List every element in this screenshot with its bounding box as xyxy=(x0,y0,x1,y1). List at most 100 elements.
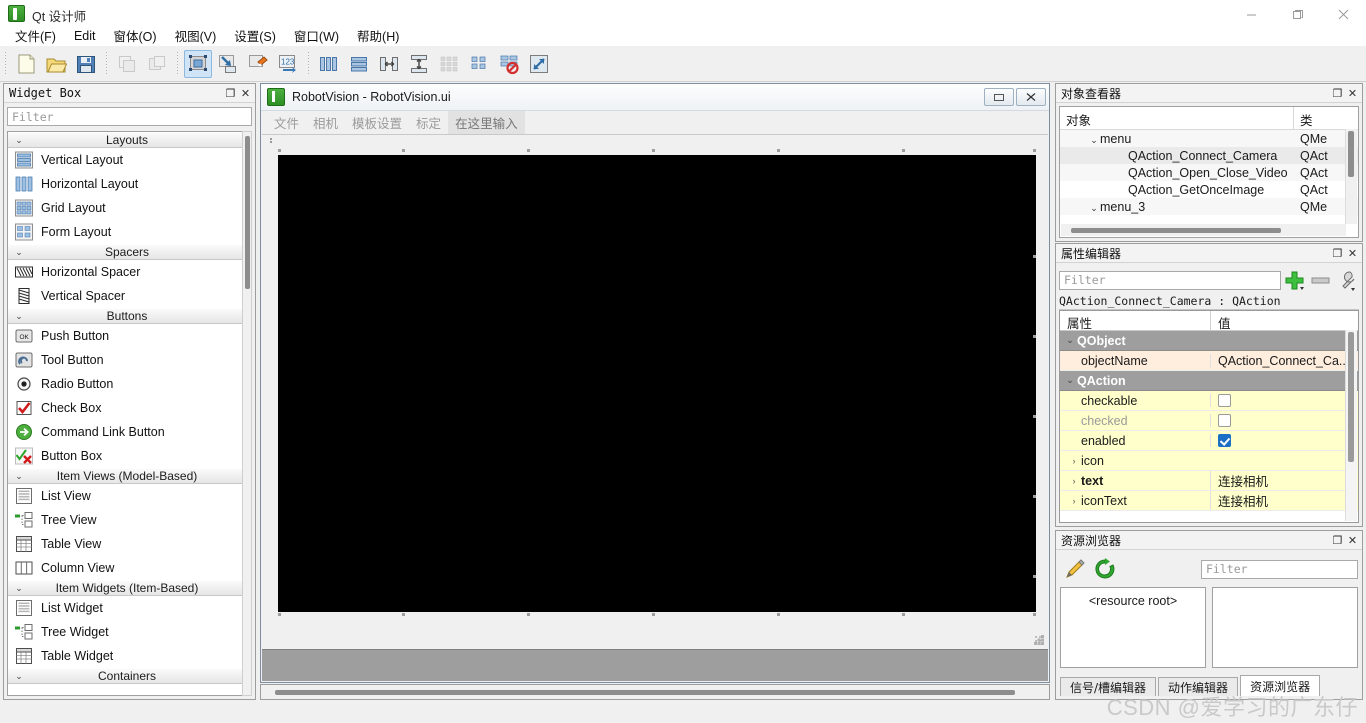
form-close-button[interactable] xyxy=(1016,88,1046,106)
widget-item[interactable]: Table Widget xyxy=(8,644,246,668)
layout-splitter-vertical-icon[interactable] xyxy=(405,50,433,78)
property-row[interactable]: › text 连接相机 xyxy=(1060,471,1358,491)
menu-settings[interactable]: 设置(S) xyxy=(225,24,285,47)
bottom-dock-tabs[interactable]: 信号/槽编辑器 动作编辑器 资源浏览器 xyxy=(1060,675,1322,696)
form-menu-item[interactable]: 在这里输入 xyxy=(448,110,525,134)
float-icon[interactable]: ❐ xyxy=(1330,246,1345,261)
property-group-row[interactable]: ⌄ QAction xyxy=(1060,371,1358,391)
property-checkbox[interactable] xyxy=(1218,434,1231,447)
menu-edit[interactable]: Edit xyxy=(65,27,105,45)
property-filter-input[interactable]: Filter xyxy=(1059,270,1281,290)
property-row[interactable]: checked xyxy=(1060,411,1358,431)
layout-horizontally-icon[interactable] xyxy=(315,50,343,78)
undo-icon[interactable] xyxy=(113,50,141,78)
menu-file[interactable]: 文件(F) xyxy=(6,24,65,47)
object-tree-row[interactable]: ⌄ menu_3 QMe xyxy=(1060,198,1358,215)
adjust-size-icon[interactable] xyxy=(525,50,553,78)
layout-vertically-icon[interactable] xyxy=(345,50,373,78)
property-row[interactable]: › iconText 连接相机 xyxy=(1060,491,1358,511)
property-row[interactable]: › icon xyxy=(1060,451,1358,471)
widget-category-layouts[interactable]: ⌄ Layouts xyxy=(8,132,246,148)
redo-icon[interactable] xyxy=(143,50,171,78)
chevron-down-icon[interactable]: ⌄ xyxy=(1063,375,1077,386)
mdi-horizontal-scrollbar[interactable] xyxy=(260,684,1050,700)
widget-item[interactable]: List View xyxy=(8,484,246,508)
object-inspector-rows[interactable]: ⌄ menu QMe QAction_Connect_Camera QAct QActio… xyxy=(1060,130,1358,215)
edit-tab-order-icon[interactable]: 123 xyxy=(274,50,302,78)
object-inspector-hscrollbar[interactable] xyxy=(1061,224,1346,236)
object-inspector-vscrollbar[interactable] xyxy=(1345,129,1357,224)
property-group-row[interactable]: ⌄ QObject xyxy=(1060,331,1358,351)
widget-item[interactable]: Radio Button xyxy=(8,372,246,396)
edit-buddies-icon[interactable] xyxy=(244,50,272,78)
resource-tree-pane[interactable]: <resource root> xyxy=(1060,587,1206,668)
chevron-right-icon[interactable]: › xyxy=(1067,496,1081,506)
widget-item[interactable]: Table View xyxy=(8,532,246,556)
widget-item[interactable]: Column View xyxy=(8,556,246,580)
close-icon[interactable]: ✕ xyxy=(1345,86,1360,101)
layout-splitter-horizontal-icon[interactable] xyxy=(375,50,403,78)
edit-signals-slots-icon[interactable] xyxy=(214,50,242,78)
float-icon[interactable]: ❐ xyxy=(223,86,238,101)
form-menu-item[interactable]: 文件 xyxy=(267,111,306,134)
form-menu-item[interactable]: 相机 xyxy=(306,111,345,134)
property-checkbox[interactable] xyxy=(1218,394,1231,407)
widget-item[interactable]: Form Layout xyxy=(8,220,246,244)
property-editor-vscrollbar[interactable] xyxy=(1345,330,1357,521)
form-window[interactable]: RobotVision - RobotVision.ui 文件 相机 模板设置 标定在… xyxy=(260,83,1050,683)
widget-item[interactable]: Horizontal Spacer xyxy=(8,260,246,284)
form-restore-button[interactable] xyxy=(984,88,1014,106)
add-property-icon[interactable] xyxy=(1281,269,1307,291)
widget-category-item-widgets-item-based[interactable]: ⌄ Item Widgets (Item-Based) xyxy=(8,580,246,596)
chevron-right-icon[interactable]: › xyxy=(1067,476,1081,486)
form-menu-item[interactable]: 模板设置 xyxy=(345,111,409,134)
maximize-button[interactable] xyxy=(1274,0,1320,28)
widget-category-containers[interactable]: ⌄ Containers xyxy=(8,668,246,684)
property-value-cell[interactable]: 连接相机 xyxy=(1210,491,1358,510)
property-row[interactable]: objectName QAction_Connect_Ca... xyxy=(1060,351,1358,371)
dock-tab[interactable]: 动作编辑器 xyxy=(1158,677,1239,696)
close-icon[interactable]: ✕ xyxy=(1345,246,1360,261)
object-tree-row[interactable]: QAction_GetOnceImage QAct xyxy=(1060,181,1358,198)
float-icon[interactable]: ❐ xyxy=(1330,533,1345,548)
open-file-icon[interactable] xyxy=(42,50,70,78)
widget-box-list[interactable]: ⌄ Layouts Vertical Layout Horizontal Layout… xyxy=(7,131,247,696)
property-value-cell[interactable] xyxy=(1210,414,1358,427)
oi-hscroll-thumb[interactable] xyxy=(1071,228,1281,233)
property-value-cell[interactable]: QAction_Connect_Ca... xyxy=(1210,353,1358,368)
chevron-right-icon[interactable]: › xyxy=(1067,456,1081,466)
reload-icon[interactable] xyxy=(1090,557,1120,581)
break-layout-icon[interactable] xyxy=(495,50,523,78)
close-button[interactable] xyxy=(1320,0,1366,28)
form-size-grip[interactable] xyxy=(1034,635,1044,645)
dock-tab[interactable]: 信号/槽编辑器 xyxy=(1060,677,1157,696)
video-display-widget[interactable] xyxy=(278,155,1036,612)
minimize-button[interactable] xyxy=(1228,0,1274,28)
layout-form-icon[interactable] xyxy=(465,50,493,78)
widget-category-buttons[interactable]: ⌄ Buttons xyxy=(8,308,246,324)
object-tree-row[interactable]: ⌄ menu QMe xyxy=(1060,130,1358,147)
widget-item[interactable]: Vertical Layout xyxy=(8,148,246,172)
oi-vscroll-thumb[interactable] xyxy=(1348,131,1354,177)
resource-filter-input[interactable]: Filter xyxy=(1201,559,1358,579)
widget-category-spacers[interactable]: ⌄ Spacers xyxy=(8,244,246,260)
widget-item[interactable]: Vertical Spacer xyxy=(8,284,246,308)
edit-resources-icon[interactable] xyxy=(1060,557,1090,581)
new-file-icon[interactable] xyxy=(12,50,40,78)
float-icon[interactable]: ❐ xyxy=(1330,86,1345,101)
property-value-cell[interactable]: 连接相机 xyxy=(1210,471,1358,490)
property-row[interactable]: checkable xyxy=(1060,391,1358,411)
menu-help[interactable]: 帮助(H) xyxy=(348,24,408,47)
chevron-down-icon[interactable]: ⌄ xyxy=(1088,135,1100,146)
close-icon[interactable]: ✕ xyxy=(1345,533,1360,548)
menu-window[interactable]: 窗口(W) xyxy=(285,24,348,47)
dock-tab[interactable]: 资源浏览器 xyxy=(1240,675,1321,696)
widget-item[interactable]: Button Box xyxy=(8,444,246,468)
widget-item[interactable]: Horizontal Layout xyxy=(8,172,246,196)
pe-vscroll-thumb[interactable] xyxy=(1348,332,1354,462)
property-value-cell[interactable] xyxy=(1210,394,1358,407)
property-row[interactable]: enabled xyxy=(1060,431,1358,451)
widget-box-scrollbar[interactable] xyxy=(242,131,252,696)
property-value-cell[interactable] xyxy=(1210,434,1358,447)
object-tree-row[interactable]: QAction_Connect_Camera QAct xyxy=(1060,147,1358,164)
